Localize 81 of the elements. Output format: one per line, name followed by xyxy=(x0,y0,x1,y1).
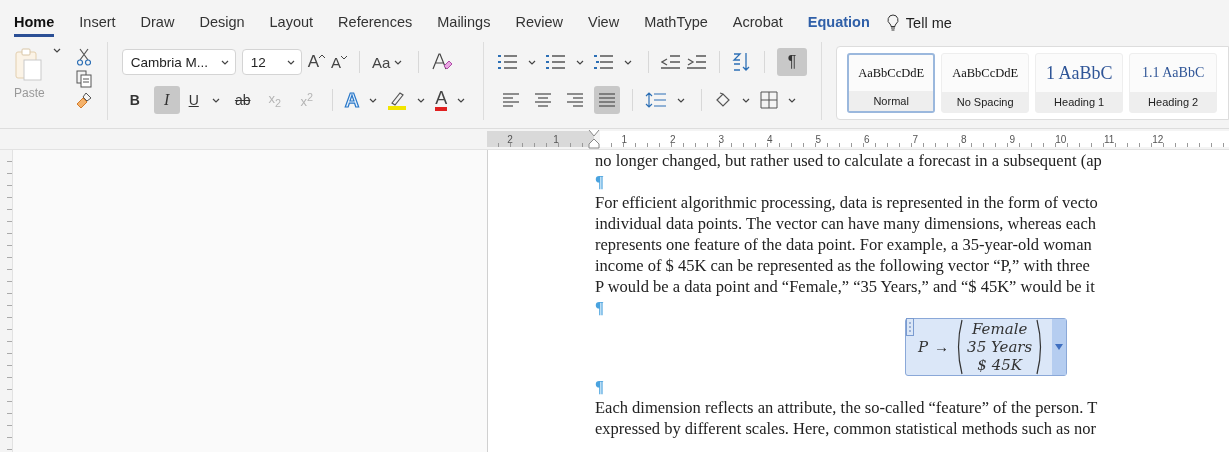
format-button[interactable]: B xyxy=(121,86,148,114)
caret-up-icon xyxy=(319,54,326,58)
chevron-down-icon[interactable] xyxy=(286,59,295,65)
clipboard-icon xyxy=(14,48,45,82)
font-name-dropdown[interactable]: Cambria M... xyxy=(121,49,236,75)
highlighter-icon[interactable] xyxy=(387,90,408,110)
format-button[interactable]: ab xyxy=(229,86,256,114)
paintbrush-icon[interactable] xyxy=(74,92,93,110)
ribbon-tab[interactable]: References xyxy=(338,9,413,37)
style-item[interactable]: AaBbCcDdE Normal xyxy=(847,53,936,113)
format-button[interactable]: I xyxy=(153,86,180,114)
caret-down-icon xyxy=(341,55,348,60)
shrink-font-button[interactable]: A xyxy=(331,53,348,71)
alignment-button[interactable] xyxy=(594,86,621,114)
align-center-icon xyxy=(534,93,553,107)
list-icon[interactable] xyxy=(546,54,567,70)
chevron-down-icon[interactable] xyxy=(220,59,229,65)
chevron-down-icon[interactable] xyxy=(742,97,751,103)
align-right-icon xyxy=(566,93,585,107)
vector-entry: $ 45K xyxy=(977,356,1022,374)
left-parenthesis xyxy=(955,319,964,375)
ribbon-tab[interactable]: Review xyxy=(515,9,563,37)
borders-icon[interactable] xyxy=(760,91,779,109)
equation-options-button[interactable] xyxy=(1052,319,1067,375)
ribbon-tab[interactable]: Draw xyxy=(140,9,175,37)
ribbon-tab[interactable]: Mailings xyxy=(437,9,491,37)
chevron-down-icon[interactable] xyxy=(788,97,797,103)
ribbon-tab[interactable]: Home xyxy=(14,9,55,37)
chevron-down-icon[interactable] xyxy=(211,97,220,103)
ribbon-tab[interactable]: Equation xyxy=(807,9,870,37)
paragraph: no longer changed, but rather used to calculate a forecast in a subsequent (ap xyxy=(595,150,1103,171)
chevron-down-icon[interactable] xyxy=(52,48,61,53)
list-icon[interactable] xyxy=(498,54,519,70)
chevron-down-icon[interactable] xyxy=(369,97,378,103)
ribbon-tab[interactable]: Acrobat xyxy=(732,9,783,37)
scissors-icon[interactable] xyxy=(76,48,91,66)
lightbulb-icon xyxy=(886,14,899,32)
style-item[interactable]: AaBbCcDdE No Spacing xyxy=(941,53,1030,113)
ribbon-tab[interactable]: MathType xyxy=(644,9,708,37)
ribbon-tab[interactable]: Design xyxy=(199,9,245,37)
paragraph-mark: ¶ xyxy=(595,297,604,318)
font-color-button[interactable]: A xyxy=(435,89,448,111)
show-marks-button[interactable]: ¶ xyxy=(777,48,808,76)
chevron-down-icon[interactable] xyxy=(457,97,466,103)
decrease-indent-icon[interactable] xyxy=(661,54,682,70)
chevron-down-icon[interactable] xyxy=(394,59,403,65)
vector-entry: 35 Years xyxy=(967,338,1033,356)
style-item[interactable]: 1 AaBbC Heading 1 xyxy=(1035,53,1124,113)
clear-formatting-icon[interactable] xyxy=(431,52,454,72)
increase-indent-icon[interactable] xyxy=(687,54,708,70)
equation-box[interactable]: P → Female 35 Years $ 45K xyxy=(905,318,1068,376)
chevron-down-icon[interactable] xyxy=(624,59,633,65)
tell-me-button[interactable]: Tell me xyxy=(886,9,952,37)
font-size-dropdown[interactable]: 12 xyxy=(241,49,302,75)
chevron-down-icon[interactable] xyxy=(417,97,426,103)
indent-marker-icon[interactable] xyxy=(588,129,600,149)
line-spacing-icon[interactable] xyxy=(645,92,668,108)
copy-icon[interactable] xyxy=(75,70,92,88)
chevron-down-icon[interactable] xyxy=(576,59,585,65)
grip-icon[interactable] xyxy=(906,318,914,336)
paragraph-mark: ¶ xyxy=(595,376,604,397)
equation-variable: P xyxy=(918,336,929,358)
dropdown-arrow-icon xyxy=(1055,344,1064,350)
style-item[interactable]: 1.1 AaBbC Heading 2 xyxy=(1129,53,1218,113)
paragraph: For efficient algorithmic processing, data is represented in the form of vecto individual data points. The vector can have many dimensions, whereas each represents one feature of the data point. For example, a 35-year-old woman income of $ 45K can be represented as the following vector “P,” with three P would be a data point and “Female,” “35 Years,” and “$ 45K” would be it xyxy=(595,192,1099,297)
chevron-down-icon[interactable] xyxy=(677,97,686,103)
ribbon-tab[interactable]: Insert xyxy=(79,9,116,37)
list-icon[interactable] xyxy=(594,54,615,70)
ribbon-tab[interactable]: Layout xyxy=(269,9,314,37)
horizontal-ruler: 2 1 1 2 3 4 5 6 7 8 9 10 11 12 xyxy=(0,129,1229,150)
chevron-down-icon[interactable] xyxy=(528,59,537,65)
paragraph-mark: ¶ xyxy=(595,171,604,192)
align-left-icon xyxy=(502,93,521,107)
change-case-button[interactable]: Aa xyxy=(372,53,407,71)
vector-entry: Female xyxy=(972,320,1028,338)
paragraph: Each dimension reflects an attribute, the so-called “feature” of the person. T expressed by different scales. Here, common statistical methods such as nor xyxy=(595,397,1099,439)
ribbon-tab[interactable]: View xyxy=(588,9,620,37)
justify-icon xyxy=(598,93,617,107)
equation-arrow: → xyxy=(934,337,950,357)
grow-font-button[interactable]: A xyxy=(307,52,326,72)
format-button[interactable]: U xyxy=(185,86,202,114)
